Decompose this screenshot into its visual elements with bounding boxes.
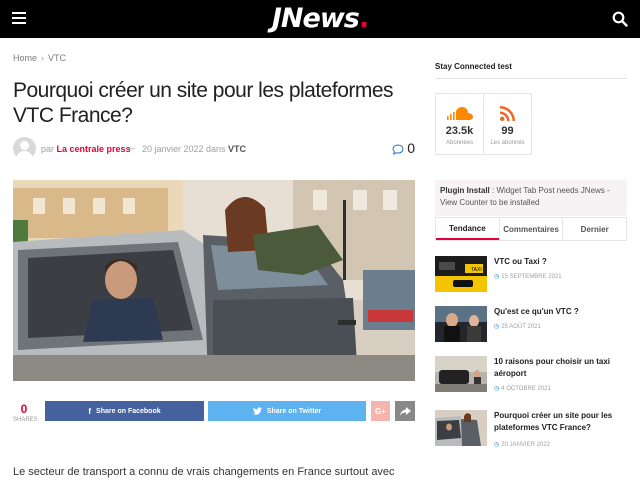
search-icon[interactable] bbox=[612, 11, 628, 27]
post-date: ◷ 20 JANVIER 2022 bbox=[494, 441, 550, 448]
post-title[interactable]: VTC ou Taxi ? bbox=[494, 256, 627, 268]
clock-icon: ◷ bbox=[494, 386, 500, 392]
post-date-text: 20 JANVIER 2022 bbox=[501, 442, 550, 448]
list-item[interactable]: Pourquoi créer un site pour les platefor… bbox=[435, 410, 627, 450]
tab-dernier[interactable]: Dernier bbox=[562, 218, 626, 240]
sidebar-widget-title: Stay Connected test bbox=[435, 62, 512, 71]
rss-icon bbox=[484, 102, 531, 124]
post-date: ◷ 4 OCTOBRE 2021 bbox=[494, 385, 551, 392]
facebook-icon: f bbox=[88, 406, 92, 416]
tab-tendance[interactable]: Tendance bbox=[436, 218, 499, 240]
logo-text: JNews bbox=[271, 3, 360, 34]
rss-count: 99 bbox=[501, 125, 514, 137]
post-thumbnail[interactable] bbox=[435, 410, 487, 446]
meta-by: par bbox=[41, 144, 55, 154]
tab-commentaires[interactable]: Commentaires bbox=[498, 218, 563, 240]
post-date: ◷ 15 SEPTEMBRE 2021 bbox=[494, 273, 562, 280]
comment-icon bbox=[392, 144, 404, 155]
clock-icon: ◷ bbox=[494, 274, 500, 280]
list-item[interactable]: Qu'est ce qu'un VTC ? ◷ 25 AOÛT 2021 bbox=[435, 306, 627, 346]
post-date-text: 15 SEPTEMBRE 2021 bbox=[501, 274, 562, 280]
meta-dash: — bbox=[126, 143, 135, 153]
share-facebook-label: Share on Facebook bbox=[96, 407, 161, 415]
list-item[interactable]: 10 raisons pour choisir un taxi aéroport… bbox=[435, 356, 627, 396]
site-logo[interactable]: JNews. bbox=[0, 3, 640, 34]
post-title[interactable]: Pourquoi créer un site pour les platefor… bbox=[494, 410, 627, 434]
article-title: Pourquoi créer un site pour les platefor… bbox=[13, 79, 394, 127]
article-excerpt: Le secteur de transport a connu de vrais… bbox=[13, 466, 395, 478]
share-count: 0 SHARES bbox=[13, 402, 38, 423]
share-twitter-label: Share on Twitter bbox=[266, 407, 322, 415]
twitter-icon bbox=[252, 407, 262, 415]
svg-text:TAXI: TAXI bbox=[471, 267, 482, 273]
plugin-notice: Plugin Install : Widget Tab Post needs J… bbox=[435, 180, 627, 216]
post-title[interactable]: Qu'est ce qu'un VTC ? bbox=[494, 306, 627, 318]
share-twitter-button[interactable]: Share on Twitter bbox=[208, 401, 366, 421]
widget-title-divider bbox=[435, 78, 627, 79]
comment-count: 0 bbox=[407, 140, 415, 156]
share-googleplus-button[interactable]: G+ bbox=[371, 401, 390, 421]
plugin-notice-title: Plugin Install bbox=[440, 186, 490, 195]
post-thumbnail[interactable]: TAXI bbox=[435, 256, 487, 292]
comments-link[interactable]: 0 bbox=[392, 140, 415, 156]
category-link[interactable]: VTC bbox=[228, 144, 246, 154]
soundcloud-label: Abonnées bbox=[445, 140, 474, 146]
share-arrow-icon bbox=[399, 406, 411, 416]
share-count-number: 0 bbox=[20, 402, 28, 416]
logo-dot: . bbox=[358, 3, 369, 34]
post-title[interactable]: 10 raisons pour choisir un taxi aéroport bbox=[494, 356, 627, 380]
author-avatar[interactable] bbox=[13, 137, 36, 160]
breadcrumb-category[interactable]: VTC bbox=[48, 53, 66, 63]
post-date-text: 25 AOÛT 2021 bbox=[501, 324, 541, 330]
soundcloud-count: 23.5k bbox=[445, 125, 474, 137]
share-count-label: SHARES bbox=[13, 417, 38, 423]
clock-icon: ◷ bbox=[494, 442, 500, 448]
rss-label: Les abonnés bbox=[490, 140, 525, 146]
top-navbar: JNews. bbox=[0, 0, 640, 38]
meta-in: dans bbox=[206, 144, 226, 154]
share-facebook-button[interactable]: f Share on Facebook bbox=[45, 401, 204, 421]
clock-icon: ◷ bbox=[494, 324, 500, 330]
soundcloud-counter[interactable]: 23.5k Abonnées bbox=[435, 93, 484, 155]
post-thumbnail[interactable] bbox=[435, 356, 487, 392]
post-tabs: Tendance Commentaires Dernier bbox=[435, 217, 627, 241]
post-date: ◷ 25 AOÛT 2021 bbox=[494, 323, 541, 330]
soundcloud-icon bbox=[436, 102, 483, 124]
breadcrumb-home[interactable]: Home bbox=[13, 53, 37, 63]
author-link[interactable]: La centrale press bbox=[57, 144, 131, 154]
list-item[interactable]: TAXI VTC ou Taxi ? ◷ 15 SEPTEMBRE 2021 bbox=[435, 256, 627, 296]
post-thumbnail[interactable] bbox=[435, 306, 487, 342]
article-meta: par La centrale press — 20 janvier 2022 … bbox=[13, 137, 415, 161]
breadcrumb-separator: › bbox=[41, 53, 45, 63]
share-more-button[interactable] bbox=[395, 401, 415, 421]
rss-counter[interactable]: 99 Les abonnés bbox=[483, 93, 532, 155]
article-date: 20 janvier 2022 bbox=[142, 144, 204, 154]
breadcrumb: Home › VTC bbox=[13, 53, 66, 63]
featured-image bbox=[13, 180, 415, 381]
post-date-text: 4 OCTOBRE 2021 bbox=[501, 386, 551, 392]
